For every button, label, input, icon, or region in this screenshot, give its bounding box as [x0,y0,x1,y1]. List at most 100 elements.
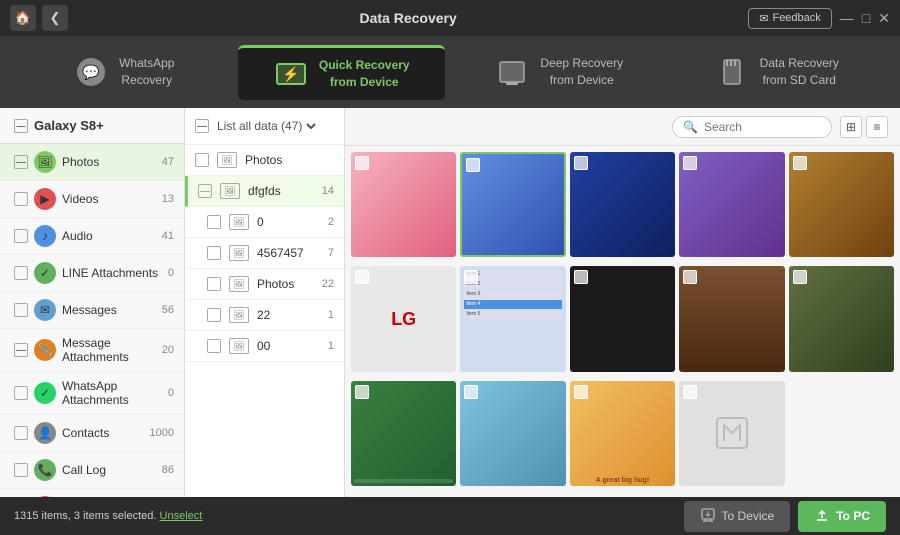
msg-attach-expand[interactable]: — [14,343,28,357]
photo-checkbox[interactable] [355,270,369,284]
folder-0-checkbox[interactable] [207,215,221,229]
folder-photos-icon: 🖼 [229,276,249,292]
sidebar-item-msg-attach[interactable]: — 📎 MessageAttachments 20 [0,329,184,372]
dfgfds-expand[interactable]: — [198,184,212,198]
home-button[interactable]: 🏠 [10,5,36,31]
close-button[interactable]: ✕ [878,10,890,27]
messages-checkbox[interactable] [14,303,28,317]
sidebar: — Galaxy S8+ — 🖼 Photos 47 ▶ Videos 13 ♪… [0,108,185,497]
photo-checkbox[interactable] [464,270,478,284]
photos-root-icon: 🖼 [217,152,237,168]
nav-sd-label: Data Recoveryfrom SD Card [760,55,839,89]
wa-attach-checkbox[interactable] [14,386,28,400]
sidebar-item-wa-attach[interactable]: ✓ WhatsAppAttachments 0 [0,372,184,415]
maximize-button[interactable]: □ [862,10,870,27]
photo-checkbox[interactable] [466,158,480,172]
sidebar-item-messages[interactable]: ✉ Messages 56 [0,292,184,329]
photo-checkbox[interactable] [793,156,807,170]
photo-checkbox[interactable] [355,385,369,399]
contacts-checkbox[interactable] [14,426,28,440]
sidebar-minus-all[interactable]: — [14,119,28,133]
photo-cell[interactable] [789,152,894,257]
photo-checkbox[interactable] [683,156,697,170]
photo-cell[interactable] [570,266,675,371]
middle-item-4567457[interactable]: 🖼 4567457 7 [185,238,344,269]
photo-cell[interactable] [351,381,456,486]
svg-text:⚡: ⚡ [282,66,299,83]
photo-checkbox[interactable] [574,385,588,399]
middle-item-0[interactable]: 🖼 0 2 [185,207,344,238]
feedback-button[interactable]: ✉ Feedback [748,8,832,29]
nav-deep-recovery[interactable]: Deep Recoveryfrom Device [455,46,663,98]
photo-cell[interactable]: A great big hug! [570,381,675,486]
grid-view-button[interactable]: ⊞ [840,116,862,138]
nav-sd-card[interactable]: Data Recoveryfrom SD Card [673,46,881,98]
photos-root-checkbox[interactable] [195,153,209,167]
list-all-dropdown[interactable]: List all data (47) [213,118,319,134]
photo-cell[interactable] [460,381,565,486]
to-device-icon [700,507,716,526]
whatsapp-icon: 💬 [73,54,109,90]
videos-checkbox[interactable] [14,192,28,206]
photo-cell[interactable]: Item 1 Item 2 Item 3 Item 4 Item 5 [460,266,565,371]
middle-item-dfgfds[interactable]: — 🖼 dfgfds 14 [185,176,344,207]
photo-cell[interactable] [570,152,675,257]
photo-checkbox[interactable] [683,385,697,399]
middle-item-photos-sub[interactable]: 🖼 Photos 22 [185,269,344,300]
sidebar-item-line[interactable]: ✓ LINE Attachments 0 [0,255,184,292]
nav-bar: 💬 WhatsAppRecovery ⚡ Quick Recoveryfrom … [0,36,900,108]
photo-checkbox[interactable] [793,270,807,284]
photo-cell[interactable] [679,266,784,371]
photo-cell[interactable] [679,152,784,257]
photo-cell[interactable]: LG [351,266,456,371]
calendar-icon: 📅 [34,496,56,497]
nav-quick-recovery[interactable]: ⚡ Quick Recoveryfrom Device [238,45,446,100]
back-button[interactable]: ❮ [42,5,68,31]
folder-00-checkbox[interactable] [207,339,221,353]
sidebar-item-photos[interactable]: — 🖼 Photos 47 [0,144,184,181]
list-view-button[interactable]: ≡ [866,116,888,138]
sidebar-item-calllog[interactable]: 📞 Call Log 86 [0,452,184,489]
photo-cell[interactable] [789,266,894,371]
folder-4567-checkbox[interactable] [207,246,221,260]
nav-whatsapp-label: WhatsAppRecovery [119,55,174,89]
to-pc-button[interactable]: To PC [798,501,886,532]
search-input[interactable] [704,120,814,134]
sidebar-item-videos[interactable]: ▶ Videos 13 [0,181,184,218]
dfgfds-icon: 🖼 [220,183,240,199]
title-bar-right: ✉ Feedback — □ ✕ [748,8,890,29]
folder-22-checkbox[interactable] [207,308,221,322]
minimize-button[interactable]: — [840,10,854,27]
photos-expand[interactable]: — [14,155,28,169]
unselect-link[interactable]: Unselect [160,510,203,522]
main-content: — Galaxy S8+ — 🖼 Photos 47 ▶ Videos 13 ♪… [0,108,900,497]
nav-whatsapp[interactable]: 💬 WhatsAppRecovery [20,46,228,98]
photo-checkbox[interactable] [355,156,369,170]
photo-checkbox[interactable] [574,156,588,170]
nav-deep-label: Deep Recoveryfrom Device [540,55,623,89]
calllog-checkbox[interactable] [14,463,28,477]
sidebar-item-calendar[interactable]: 📅 Calendar 1 [0,489,184,497]
middle-expand[interactable]: — [195,119,209,133]
svg-text:💬: 💬 [82,64,100,81]
sidebar-item-audio[interactable]: ♪ Audio 41 [0,218,184,255]
photo-checkbox[interactable] [683,270,697,284]
middle-item-photos[interactable]: 🖼 Photos [185,145,344,176]
photo-cell[interactable] [351,152,456,257]
photo-checkbox[interactable] [574,270,588,284]
photo-cell[interactable] [460,152,565,257]
middle-item-00[interactable]: 🖼 00 1 [185,331,344,362]
window-controls: — □ ✕ [840,10,890,27]
to-device-button[interactable]: To Device [684,501,791,532]
photo-area: 🔍 ⊞ ≡ [345,108,900,497]
to-pc-icon [814,507,830,526]
sidebar-item-contacts[interactable]: 👤 Contacts 1000 [0,415,184,452]
title-bar-left: 🏠 ❮ [10,5,68,31]
photo-checkbox[interactable] [464,385,478,399]
photo-cell[interactable] [679,381,784,486]
folder-photos-checkbox[interactable] [207,277,221,291]
audio-checkbox[interactable] [14,229,28,243]
search-box[interactable]: 🔍 [672,116,832,138]
line-checkbox[interactable] [14,266,28,280]
middle-item-22[interactable]: 🖼 22 1 [185,300,344,331]
